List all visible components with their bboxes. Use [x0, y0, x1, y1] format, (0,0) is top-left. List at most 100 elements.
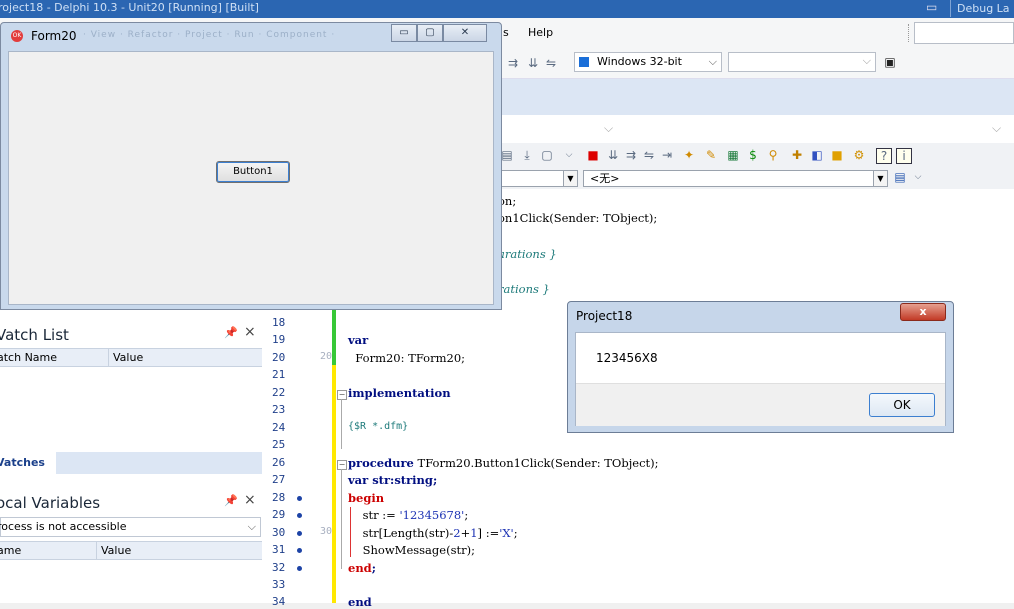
fold-toggle[interactable]: − — [337, 460, 347, 470]
components-icon[interactable]: ✚ — [790, 148, 804, 162]
help-icon[interactable]: ? — [876, 148, 892, 164]
close-icon[interactable]: × — [244, 492, 256, 508]
build-config-select[interactable]: ⌵ — [728, 52, 876, 72]
form20-window[interactable]: OK Form20 · View · Refactor · Project · … — [0, 22, 502, 310]
class-select[interactable]: ▼ — [500, 170, 578, 187]
fold-toggle[interactable]: − — [337, 390, 347, 400]
run-until-icon[interactable]: ⇥ — [660, 148, 674, 162]
fold-line — [341, 469, 342, 569]
menu-help[interactable]: Help — [528, 26, 553, 39]
desktop-layout-selector[interactable]: Debug La — [950, 0, 1014, 17]
download-icon[interactable]: ⤓ — [520, 148, 534, 162]
method-select-value: <无> — [590, 172, 620, 185]
line-number: 23 — [272, 403, 286, 416]
executable-line-dot[interactable] — [297, 496, 302, 501]
dialog-footer: OK — [576, 383, 945, 426]
column-watch-name[interactable]: atch Name — [0, 349, 57, 366]
tab-watches[interactable]: Vatches — [0, 452, 56, 474]
button1[interactable]: Button1 — [216, 161, 290, 183]
target-platform-select[interactable]: Windows 32-bit ⌵ — [574, 52, 722, 72]
maximize-button[interactable]: ▢ — [417, 24, 443, 42]
zoom-icon[interactable]: ⚲ — [766, 148, 780, 162]
close-button[interactable]: ✕ — [443, 24, 487, 42]
menu-separator — [908, 24, 910, 42]
form20-client-area: Button1 — [8, 51, 494, 305]
form-icon[interactable]: ▦ — [726, 148, 740, 162]
form20-title-bar[interactable]: OK Form20 · View · Refactor · Project · … — [1, 23, 501, 50]
line-number: 26 — [272, 456, 286, 469]
edit-icon[interactable]: ✎ — [704, 148, 718, 162]
debug-window-icon[interactable]: ▤ — [500, 148, 514, 162]
window-icon[interactable]: ▢ — [540, 148, 554, 162]
code-comment: arations } — [498, 247, 557, 261]
local-variables-frame-select[interactable]: rocess is not accessible ⌵ — [0, 517, 261, 537]
line-number: 25 — [272, 438, 286, 451]
chevron-down-icon: ⌵ — [247, 520, 256, 533]
folder-icon[interactable]: ■ — [830, 148, 844, 162]
structure-icon[interactable]: ▤ — [893, 170, 907, 184]
run-to-return-icon[interactable]: ⇋ — [544, 56, 558, 70]
ide-insight-search-input[interactable] — [914, 22, 1014, 44]
chevron-down-icon[interactable]: ⌵ — [911, 170, 925, 184]
minimize-button[interactable]: ▭ — [391, 24, 417, 42]
step-icon-2[interactable]: ⇉ — [624, 148, 638, 162]
line-number: 20 — [272, 351, 286, 364]
info-icon[interactable]: i — [896, 148, 912, 164]
code-comment: rations } — [498, 282, 550, 296]
gear-icon[interactable]: ⚙ — [852, 148, 866, 162]
code-line: on1Click(Sender: TObject); — [498, 211, 658, 225]
wizard-icon[interactable]: ◧ — [810, 148, 824, 162]
local-variables-header: ocal Variables 📌 × — [0, 490, 262, 516]
chevron-down-icon[interactable]: ⌵ — [604, 121, 613, 136]
frame-select-value: rocess is not accessible — [0, 520, 127, 533]
close-icon[interactable]: × — [244, 324, 256, 340]
local-variables-title: ocal Variables — [0, 494, 101, 512]
column-name[interactable]: ame — [0, 542, 21, 559]
new-icon[interactable]: ✦ — [682, 148, 696, 162]
dialog-close-button[interactable]: x — [900, 303, 946, 321]
menu-tools[interactable]: s — [503, 26, 509, 39]
code-line: str := '12345678'; — [348, 508, 469, 522]
chevron-down-icon: ⌵ — [862, 54, 871, 67]
chevron-down-icon[interactable]: ⌵ — [992, 121, 1001, 136]
step-icon[interactable]: ⇊ — [606, 148, 620, 162]
executable-line-dot[interactable] — [297, 548, 302, 553]
executable-line-dot[interactable] — [297, 566, 302, 571]
line-number: 24 — [272, 421, 286, 434]
monitor-icon[interactable]: ▭ — [926, 0, 944, 16]
chevron-down-icon: ⌵ — [708, 55, 717, 68]
blurred-background-menu: · View · Refactor · Project · Run · Comp… — [83, 30, 336, 40]
executable-line-dot[interactable] — [297, 513, 302, 518]
local-variables-columns: ame Value — [0, 541, 262, 560]
code-line: var str:string; — [348, 473, 438, 487]
watch-list-header: Vatch List 📌 × — [0, 322, 262, 348]
line-number: 29 — [272, 508, 286, 521]
code-keyword: var — [348, 333, 369, 347]
project18-message-dialog[interactable]: Project18 x 123456X8 OK — [567, 301, 954, 433]
line-number: 32 — [272, 561, 286, 574]
executable-line-dot[interactable] — [297, 531, 302, 536]
stop-icon[interactable]: ■ — [586, 148, 600, 162]
pin-icon[interactable]: 📌 — [224, 326, 238, 339]
code-keyword: end — [348, 595, 372, 609]
refresh-icon[interactable]: $ — [746, 148, 760, 162]
chevron-down-icon[interactable]: ⌵ — [562, 148, 576, 162]
device-icon[interactable]: ▣ — [883, 55, 897, 69]
code-directive: {$R *.dfm} — [348, 421, 409, 432]
pin-icon[interactable]: 📌 — [224, 494, 238, 507]
method-select[interactable]: <无> ▼ — [583, 170, 888, 187]
column-value[interactable]: Value — [108, 349, 143, 366]
column-value[interactable]: Value — [96, 542, 131, 559]
step-icon-3[interactable]: ⇋ — [642, 148, 656, 162]
step-over-icon[interactable]: ⇉ — [506, 56, 520, 70]
code-line: procedure TForm20.Button1Click(Sender: T… — [348, 456, 659, 470]
code-keyword: implementation — [348, 386, 451, 400]
app-icon[interactable]: OK — [11, 30, 23, 42]
saved-lines-bar — [332, 309, 336, 365]
ok-button[interactable]: OK — [869, 393, 935, 417]
trace-into-icon[interactable]: ⇊ — [526, 56, 540, 70]
chevron-down-icon: ▼ — [563, 171, 577, 186]
line-marker: 30 — [319, 526, 332, 537]
dialog-title: Project18 — [576, 309, 633, 323]
code-line: Form20: TForm20; — [348, 351, 466, 365]
